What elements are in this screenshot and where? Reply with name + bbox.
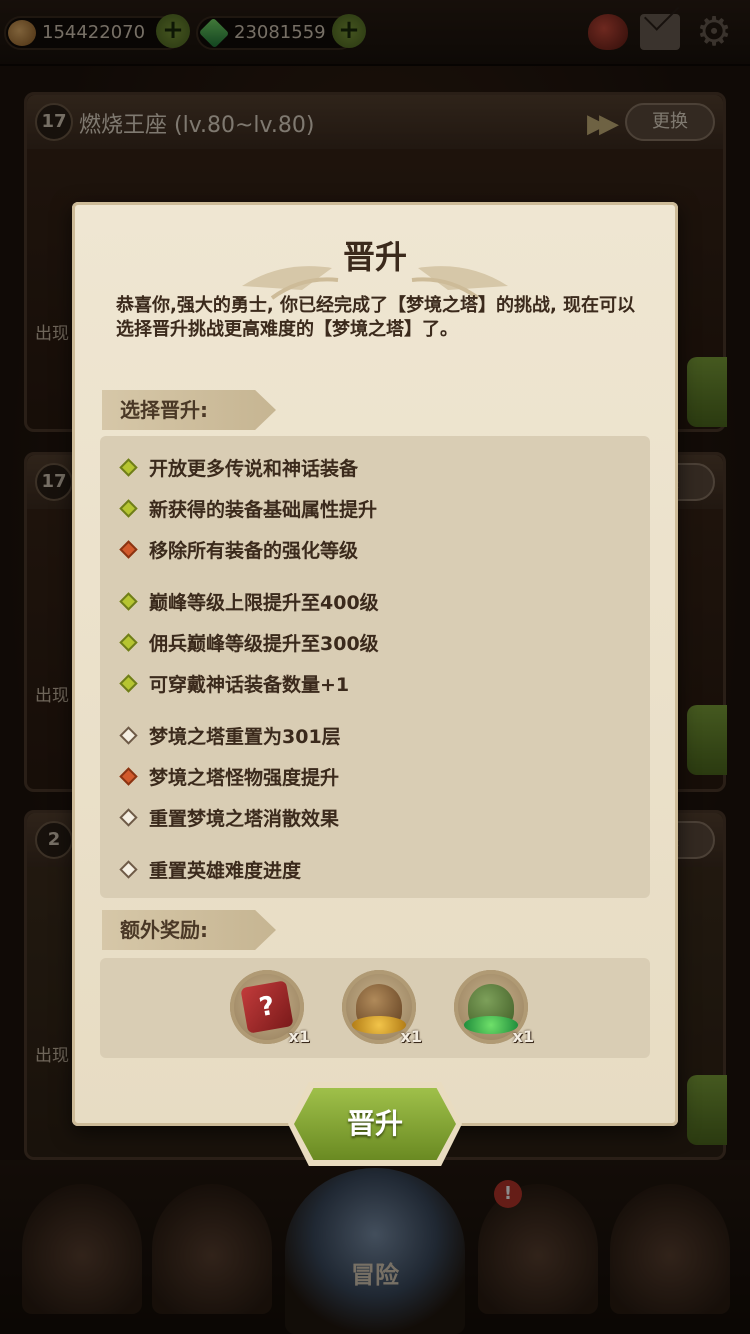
benefit-text: 重置梦境之塔消散效果	[149, 808, 340, 830]
gem-bag-icon	[464, 984, 518, 1034]
reward-quantity: x1	[288, 1027, 310, 1046]
benefit-text: 佣兵巅峰等级提升至300级	[149, 633, 379, 655]
list-item: 新获得的装备基础属性提升	[119, 495, 378, 522]
list-item: 巅峰等级上限提升至400级	[119, 588, 379, 615]
list-item: 佣兵巅峰等级提升至300级	[119, 629, 379, 656]
diamond-bullet-icon	[119, 860, 138, 879]
benefit-text: 巅峰等级上限提升至400级	[149, 592, 379, 614]
reward-quantity: x1	[400, 1027, 422, 1046]
list-item: 开放更多传说和神话装备	[119, 454, 359, 481]
diamond-bullet-icon	[119, 808, 138, 827]
gold-bag-icon	[352, 984, 406, 1034]
list-item: 移除所有装备的强化等级	[119, 536, 359, 563]
reward-item[interactable]: ? x1	[222, 970, 310, 1046]
benefit-text: 梦境之塔重置为301层	[149, 726, 341, 748]
promotion-dialog: 晋升 恭喜你,强大的勇士, 你已经完成了【梦境之塔】的挑战, 现在可以选择晋升挑…	[72, 202, 678, 1126]
benefit-text: 可穿戴神话装备数量+1	[149, 674, 350, 696]
extra-reward-label: 额外奖励:	[102, 910, 276, 950]
select-upgrade-label: 选择晋升:	[102, 390, 276, 430]
diamond-bullet-icon	[119, 499, 138, 518]
mystery-item-icon: ?	[240, 980, 294, 1034]
reward-item[interactable]: x1	[446, 970, 534, 1046]
promote-button[interactable]: 晋升	[294, 1088, 456, 1160]
diamond-bullet-icon	[119, 458, 138, 477]
diamond-bullet-icon	[119, 767, 138, 786]
benefit-text: 移除所有装备的强化等级	[149, 540, 359, 562]
list-item: 重置英雄难度进度	[119, 856, 302, 883]
diamond-bullet-icon	[119, 633, 138, 652]
list-item: 可穿戴神话装备数量+1	[119, 670, 350, 697]
reward-list: ? x1 x1 x1	[100, 958, 650, 1058]
list-item: 梦境之塔重置为301层	[119, 722, 341, 749]
benefit-list: 开放更多传说和神话装备 新获得的装备基础属性提升 移除所有装备的强化等级 巅峰等…	[100, 436, 650, 898]
reward-quantity: x1	[512, 1027, 534, 1046]
dialog-title: 晋升	[342, 238, 407, 276]
benefit-text: 梦境之塔怪物强度提升	[149, 767, 340, 789]
benefit-text: 重置英雄难度进度	[149, 860, 302, 882]
diamond-bullet-icon	[119, 592, 138, 611]
benefit-text: 新获得的装备基础属性提升	[149, 499, 378, 521]
diamond-bullet-icon	[119, 540, 138, 559]
reward-item[interactable]: x1	[334, 970, 422, 1046]
diamond-bullet-icon	[119, 726, 138, 745]
list-item: 梦境之塔怪物强度提升	[119, 763, 340, 790]
list-item: 重置梦境之塔消散效果	[119, 804, 340, 831]
benefit-text: 开放更多传说和神话装备	[149, 458, 359, 480]
dialog-description: 恭喜你,强大的勇士, 你已经完成了【梦境之塔】的挑战, 现在可以选择晋升挑战更高…	[116, 295, 636, 340]
diamond-bullet-icon	[119, 674, 138, 693]
